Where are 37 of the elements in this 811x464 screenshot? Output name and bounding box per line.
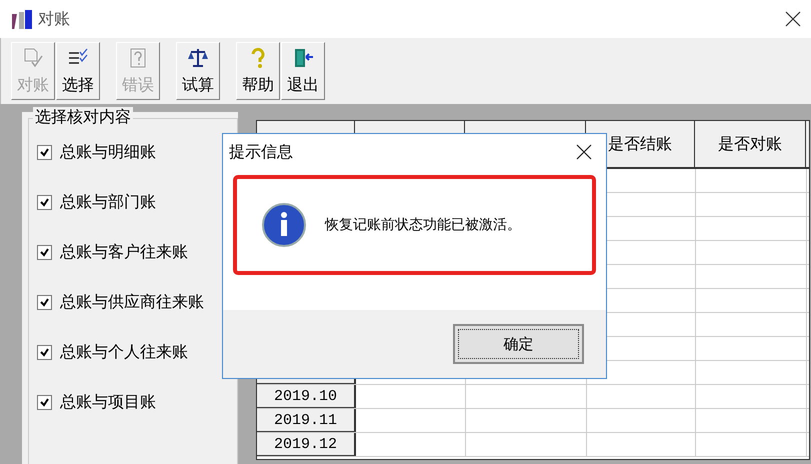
toolbar-button[interactable]: 试算: [176, 42, 220, 100]
checkbox-label: 总账与供应商往来账: [60, 292, 204, 312]
checkbox-label: 总账与部门账: [60, 192, 156, 212]
toolbar-button[interactable]: 选择: [56, 42, 100, 100]
check-icon: [40, 298, 49, 306]
checkbox[interactable]: [37, 194, 52, 210]
window-title: 对账: [38, 8, 71, 30]
checkbox-label: 总账与明细账: [60, 142, 156, 162]
info-icon: [261, 202, 307, 248]
check-icon: [40, 198, 49, 206]
exit-door-icon: [292, 47, 314, 69]
checkbox-label: 总账与个人往来账: [60, 342, 188, 362]
check-icon: [40, 248, 49, 256]
books-icon: [12, 8, 34, 30]
document-check-icon: [22, 47, 44, 69]
checkbox[interactable]: [37, 344, 52, 360]
toolbar-button[interactable]: 帮助: [236, 42, 280, 100]
dialog-title: 提示信息: [229, 142, 294, 162]
period-cell: 2019.11: [257, 409, 356, 432]
toolbar-button[interactable]: 退出: [281, 42, 325, 100]
check-icon: [40, 398, 49, 406]
checkbox[interactable]: [37, 244, 52, 260]
dialog-message: 恢复记账前状态功能已被激活。: [325, 216, 521, 234]
close-icon[interactable]: [576, 144, 592, 160]
check-icon: [40, 148, 49, 156]
period-cell: 2019.10: [257, 385, 356, 408]
column-header: 是否对账: [695, 121, 806, 167]
checkbox[interactable]: [37, 394, 52, 410]
scale-icon: [187, 47, 209, 69]
checkbox-label: 总账与客户往来账: [60, 242, 188, 262]
period-cell: 2019.12: [257, 433, 356, 456]
checkbox[interactable]: [37, 294, 52, 310]
close-icon[interactable]: [785, 11, 801, 27]
checkbox-label: 总账与项目账: [60, 392, 156, 412]
check-icon: [40, 348, 49, 356]
ok-button[interactable]: 确定: [453, 324, 584, 364]
checkbox[interactable]: [37, 144, 52, 160]
